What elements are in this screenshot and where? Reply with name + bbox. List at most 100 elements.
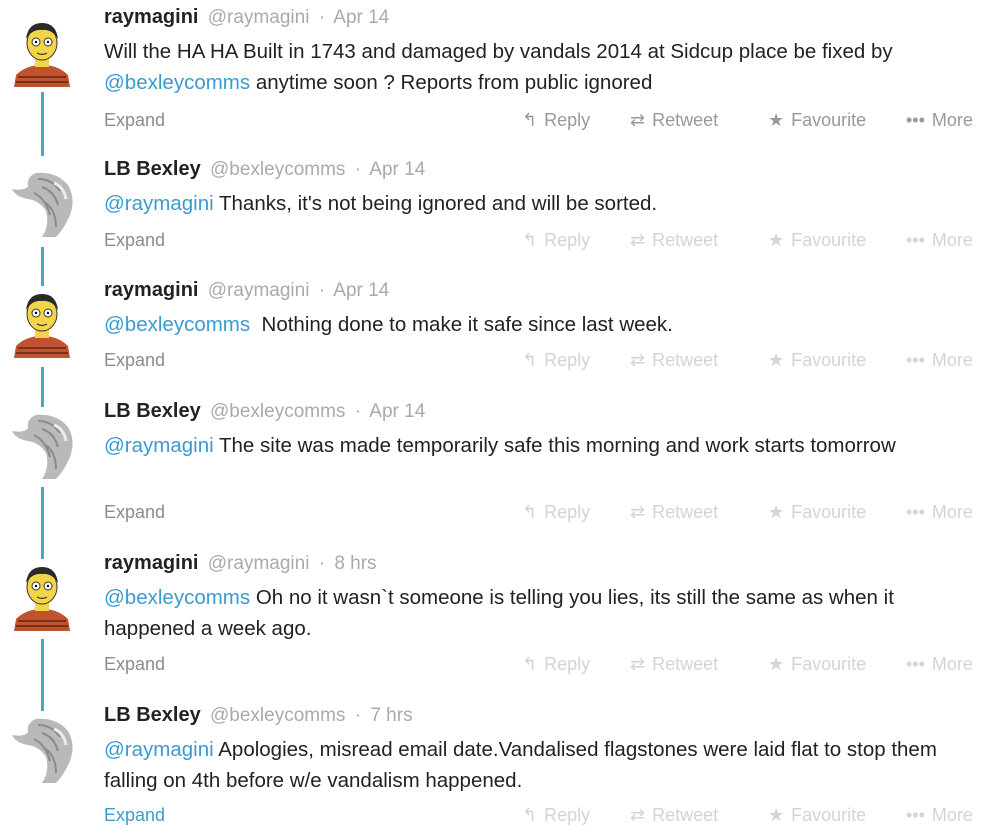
- author-name[interactable]: raymagini: [104, 279, 198, 301]
- author-handle[interactable]: @bexleycomms: [210, 705, 345, 726]
- reply-label: Reply: [544, 230, 591, 250]
- ellipsis-icon: •••: [906, 110, 925, 130]
- favourite-label: Favourite: [791, 654, 867, 674]
- reply-label: Reply: [544, 654, 591, 674]
- retweet-button[interactable]: ⇄ Retweet: [630, 110, 718, 131]
- favourite-button[interactable]: ★ Favourite: [768, 110, 866, 131]
- author-name[interactable]: LB Bexley: [104, 158, 201, 180]
- retweet-button[interactable]: ⇄ Retweet: [630, 230, 718, 251]
- tweet-header: LB Bexley @bexleycomms · 7 hrs: [104, 703, 413, 728]
- tweet-header: raymagini @raymagini · 8 hrs: [104, 551, 377, 576]
- avatar-raymagini[interactable]: [6, 559, 78, 631]
- more-button[interactable]: ••• More: [906, 350, 973, 371]
- author-name[interactable]: LB Bexley: [104, 704, 201, 726]
- tweet-timestamp[interactable]: Apr 14: [333, 7, 389, 28]
- star-icon: ★: [768, 805, 785, 825]
- tweet-actions: ↰ Reply ⇄ Retweet ★ Favourite ••• More: [522, 805, 1000, 829]
- expand-link[interactable]: Expand: [104, 230, 165, 251]
- meta-separator: ·: [354, 159, 362, 180]
- favourite-label: Favourite: [791, 502, 867, 522]
- more-label: More: [931, 110, 973, 130]
- more-label: More: [931, 230, 973, 250]
- reply-button[interactable]: ↰ Reply: [522, 110, 590, 131]
- reply-arrow-icon: ↰: [522, 350, 538, 370]
- more-label: More: [931, 502, 973, 522]
- retweet-button[interactable]: ⇄ Retweet: [630, 502, 718, 523]
- retweet-icon: ⇄: [630, 805, 646, 825]
- avatar-lb-bexley[interactable]: [6, 711, 78, 783]
- reply-button[interactable]: ↰ Reply: [522, 654, 590, 675]
- author-handle[interactable]: @raymagini: [208, 553, 310, 574]
- retweet-icon: ⇄: [630, 350, 646, 370]
- tweet: LB Bexley @bexleycomms · Apr 14 @raymagi…: [0, 157, 1000, 257]
- tweet-header: raymagini @raymagini · Apr 14: [104, 5, 389, 30]
- reply-button[interactable]: ↰ Reply: [522, 805, 590, 826]
- more-button[interactable]: ••• More: [906, 230, 973, 251]
- mention-link[interactable]: @raymagini: [104, 192, 214, 215]
- reply-button[interactable]: ↰ Reply: [522, 230, 590, 251]
- ellipsis-icon: •••: [906, 805, 925, 825]
- retweet-button[interactable]: ⇄ Retweet: [630, 350, 718, 371]
- more-button[interactable]: ••• More: [906, 805, 973, 826]
- tweet-actions: ↰ Reply ⇄ Retweet ★ Favourite ••• More: [522, 502, 1000, 526]
- reply-button[interactable]: ↰ Reply: [522, 502, 590, 523]
- expand-link[interactable]: Expand: [104, 110, 165, 131]
- author-name[interactable]: raymagini: [104, 552, 198, 574]
- tweet-timestamp[interactable]: Apr 14: [369, 401, 425, 422]
- mention-link[interactable]: @raymagini: [104, 434, 214, 457]
- meta-separator: ·: [318, 553, 326, 574]
- reply-arrow-icon: ↰: [522, 654, 538, 674]
- reply-button[interactable]: ↰ Reply: [522, 350, 590, 371]
- mention-link[interactable]: @raymagini: [104, 738, 214, 761]
- expand-link[interactable]: Expand: [104, 502, 165, 523]
- avatar-lb-bexley[interactable]: [6, 165, 78, 237]
- tweet-text: Will the HA HA Built in 1743 and damaged…: [104, 36, 989, 98]
- retweet-button[interactable]: ⇄ Retweet: [630, 805, 718, 826]
- avatar-lb-bexley[interactable]: [6, 407, 78, 479]
- star-icon: ★: [768, 654, 785, 674]
- tweet-text-content: Apologies, misread email date.Vandalised…: [104, 738, 937, 792]
- tweet-timestamp[interactable]: 8 hrs: [334, 553, 376, 574]
- tweet-timestamp[interactable]: Apr 14: [333, 280, 389, 301]
- tweet-text: @raymagini The site was made temporarily…: [104, 430, 989, 461]
- mention-link[interactable]: @bexleycomms: [104, 313, 250, 336]
- avatar-raymagini[interactable]: [6, 15, 78, 87]
- reply-label: Reply: [544, 350, 591, 370]
- tweet-text: @raymagini Thanks, it's not being ignore…: [104, 188, 989, 219]
- tweet-actions: ↰ Reply ⇄ Retweet ★ Favourite ••• More: [522, 110, 1000, 134]
- favourite-button[interactable]: ★ Favourite: [768, 230, 866, 251]
- retweet-button[interactable]: ⇄ Retweet: [630, 654, 718, 675]
- favourite-button[interactable]: ★ Favourite: [768, 805, 866, 826]
- retweet-icon: ⇄: [630, 230, 646, 250]
- tweet-header: raymagini @raymagini · Apr 14: [104, 278, 389, 303]
- favourite-button[interactable]: ★ Favourite: [768, 502, 866, 523]
- more-button[interactable]: ••• More: [906, 502, 973, 523]
- more-label: More: [931, 350, 973, 370]
- favourite-button[interactable]: ★ Favourite: [768, 350, 866, 371]
- expand-link[interactable]: Expand: [104, 654, 165, 675]
- expand-link[interactable]: Expand: [104, 350, 165, 371]
- author-handle[interactable]: @raymagini: [208, 7, 310, 28]
- reply-label: Reply: [544, 502, 591, 522]
- author-name[interactable]: LB Bexley: [104, 400, 201, 422]
- expand-link[interactable]: Expand: [104, 805, 165, 826]
- favourite-label: Favourite: [791, 805, 867, 825]
- tweet-timestamp[interactable]: Apr 14: [369, 159, 425, 180]
- author-handle[interactable]: @bexleycomms: [210, 159, 345, 180]
- tweet-timestamp[interactable]: 7 hrs: [370, 705, 412, 726]
- favourite-button[interactable]: ★ Favourite: [768, 654, 866, 675]
- favourite-label: Favourite: [791, 110, 867, 130]
- author-handle[interactable]: @bexleycomms: [210, 401, 345, 422]
- more-button[interactable]: ••• More: [906, 654, 973, 675]
- tweet-text-content: Nothing done to make it safe since last …: [250, 313, 673, 336]
- author-handle[interactable]: @raymagini: [208, 280, 310, 301]
- tweet: raymagini @raymagini · Apr 14 Will the H…: [0, 5, 1000, 140]
- more-button[interactable]: ••• More: [906, 110, 973, 131]
- tweet-text-content: The site was made temporarily safe this …: [213, 434, 896, 457]
- avatar-raymagini[interactable]: [6, 286, 78, 358]
- mention-link[interactable]: @bexleycomms: [104, 586, 250, 609]
- mention-link[interactable]: @bexleycomms: [104, 71, 250, 94]
- favourite-label: Favourite: [791, 230, 867, 250]
- author-name[interactable]: raymagini: [104, 6, 198, 28]
- ellipsis-icon: •••: [906, 654, 925, 674]
